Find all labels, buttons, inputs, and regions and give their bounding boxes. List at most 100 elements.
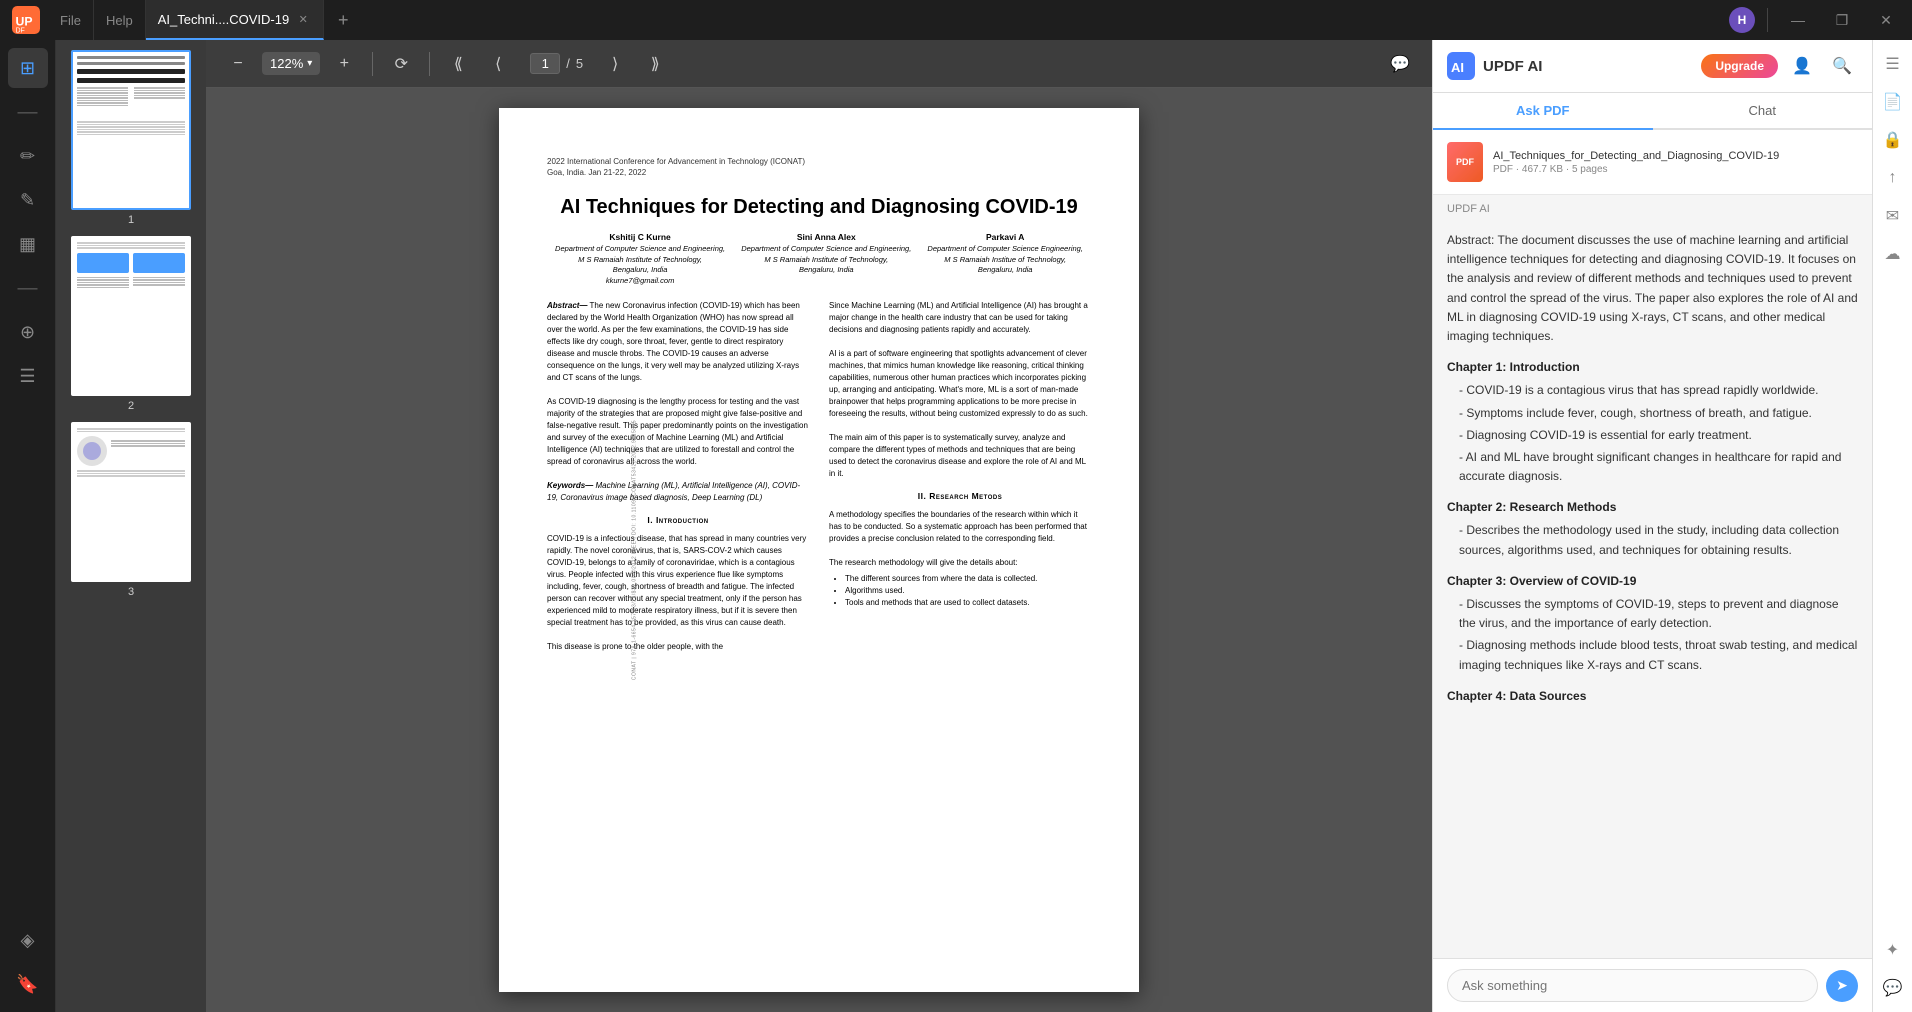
thumbnail-img-1 <box>71 50 191 210</box>
tab-close-button[interactable]: ✕ <box>295 11 311 27</box>
pdf-two-col: Abstract— The new Coronavirus infection … <box>547 300 1091 653</box>
pdf-authors: Kshitij C Kurne Department of Computer S… <box>547 232 1091 286</box>
ai-tabs: Ask PDF Chat <box>1433 93 1872 130</box>
svg-text:DF: DF <box>16 27 25 34</box>
sidebar-icon-grid[interactable]: ⊞ <box>8 48 48 88</box>
thumbnail-number-1: 1 <box>128 214 134 226</box>
ai-chapter-2-bullet-1: Describes the methodology used in the st… <box>1447 521 1858 559</box>
intro-p2: This disease is prone to the older peopl… <box>547 641 809 653</box>
sidebar-left: ⊞ — ✏ ✎ ▦ — ⊕ ☰ ◈ 🔖 <box>0 40 56 1012</box>
pdf-page: CONAT | 978-1-6654-2577-3/22/$31.00 ©202… <box>499 108 1139 992</box>
nav-next-button[interactable]: ⟩ <box>599 48 631 80</box>
ai-chapter-1-bullet-1: COVID-19 is a contagious virus that has … <box>1447 381 1858 400</box>
zoom-display[interactable]: 122% ▾ <box>262 52 320 75</box>
comment-button[interactable]: 💬 <box>1384 48 1416 80</box>
close-button[interactable]: ✕ <box>1868 2 1904 38</box>
keywords-label: Keywords— <box>547 481 593 490</box>
svg-text:AI: AI <box>1451 60 1464 75</box>
bullet-2: Algorithms used. <box>845 585 1091 597</box>
sidebar-icon-redact[interactable]: ▦ <box>8 224 48 264</box>
tab-file[interactable]: File <box>48 0 94 40</box>
author-3: Parkavi A Department of Computer Science… <box>927 232 1083 286</box>
rotate-button[interactable]: ⟳ <box>385 48 417 80</box>
right-abstract: Since Machine Learning (ML) and Artifici… <box>829 300 1091 336</box>
page-input[interactable] <box>530 53 560 74</box>
lock-icon[interactable]: 🔒 <box>1877 124 1909 156</box>
tab-doc[interactable]: AI_Techni....COVID-19 ✕ <box>146 0 325 40</box>
sidebar-icon-layers[interactable]: ◈ <box>8 920 48 960</box>
ai-search-icon[interactable]: 🔍 <box>1826 50 1858 82</box>
ai-source-label: UPDF AI <box>1433 195 1872 219</box>
page-total: 5 <box>576 56 583 71</box>
pdf-right-col: Since Machine Learning (ML) and Artifici… <box>829 300 1091 653</box>
minimize-button[interactable]: — <box>1780 2 1816 38</box>
star-icon[interactable]: ✦ <box>1877 934 1909 966</box>
ai-chapter-1-title: Chapter 1: Introduction <box>1447 358 1858 377</box>
svg-text:UP: UP <box>16 14 33 28</box>
ai-send-button[interactable]: ➤ <box>1826 970 1858 1002</box>
share-icon[interactable]: ↑ <box>1877 162 1909 194</box>
abstract-label: Abstract— <box>547 301 587 310</box>
research-p2: The research methodology will give the d… <box>829 557 1091 569</box>
sidebar-icon-stamp[interactable]: ⊕ <box>8 312 48 352</box>
tab-help[interactable]: Help <box>94 0 146 40</box>
ai-chapter-4-title: Chapter 4: Data Sources <box>1447 687 1858 706</box>
avatar: H <box>1729 7 1755 33</box>
toolbar-separator-2 <box>429 52 430 76</box>
thumbnail-number-3: 3 <box>128 586 134 598</box>
thumbnail-1[interactable]: 1 <box>71 50 191 226</box>
keywords: Keywords— Machine Learning (ML), Artific… <box>547 480 809 504</box>
ai-chapter-2-title: Chapter 2: Research Methods <box>1447 498 1858 517</box>
zoom-out-button[interactable]: − <box>222 48 254 80</box>
nav-first-button[interactable]: ⟪ <box>442 48 474 80</box>
tab-doc-label: AI_Techni....COVID-19 <box>158 12 290 27</box>
mail-icon[interactable]: ✉ <box>1877 200 1909 232</box>
pdf-left-col: Abstract— The new Coronavirus infection … <box>547 300 809 653</box>
right-sidebar: ☰ 📄 🔒 ↑ ✉ ☁ ✦ 💬 <box>1872 40 1912 1012</box>
ai-title: UPDF AI <box>1483 58 1542 75</box>
thumbnail-3[interactable]: 3 <box>71 422 191 598</box>
ai-chapter-3-bullet-1: Discusses the symptoms of COVID-19, step… <box>1447 595 1858 633</box>
zoom-in-button[interactable]: + <box>328 48 360 80</box>
right-p2: AI is a part of software engineering tha… <box>829 348 1091 420</box>
ai-logo-icon: AI <box>1447 52 1475 80</box>
thumbnail-number-2: 2 <box>128 400 134 412</box>
ai-input-area: ➤ <box>1433 958 1872 1012</box>
upgrade-button[interactable]: Upgrade <box>1701 54 1778 78</box>
ai-chapter-3-bullet-2: Diagnosing methods include blood tests, … <box>1447 636 1858 674</box>
ai-content: Abstract: The document discusses the use… <box>1433 219 1872 958</box>
abstract-p2: As COVID-19 diagnosing is the lengthy pr… <box>547 396 809 468</box>
maximize-button[interactable]: ❐ <box>1824 2 1860 38</box>
thumbnail-panel: 1 <box>56 40 206 1012</box>
sidebar-icon-bookmark[interactable]: 🔖 <box>8 964 48 1004</box>
sidebar-icon-form[interactable]: ☰ <box>8 356 48 396</box>
right-p3: The main aim of this paper is to systema… <box>829 432 1091 480</box>
conference-line: 2022 International Conference for Advanc… <box>547 156 1091 178</box>
add-tab-button[interactable]: + <box>328 5 358 35</box>
zoom-level: 122% <box>270 56 303 71</box>
tab-ask-pdf[interactable]: Ask PDF <box>1433 93 1653 130</box>
cloud-icon[interactable]: ☁ <box>1877 238 1909 270</box>
section1-title: I. Introduction <box>547 514 809 527</box>
nav-last-button[interactable]: ⟫ <box>639 48 671 80</box>
titlebar: UP DF File Help AI_Techni....COVID-19 ✕ … <box>0 0 1912 40</box>
ai-doc-info: PDF AI_Techniques_for_Detecting_and_Diag… <box>1433 130 1872 195</box>
tab-file-label: File <box>60 13 81 28</box>
sidebar-icon-highlight[interactable]: ✏ <box>8 136 48 176</box>
pdf-info-icon[interactable]: 📄 <box>1877 86 1909 118</box>
author-2: Sini Anna Alex Department of Computer Sc… <box>741 232 911 286</box>
author-1: Kshitij C Kurne Department of Computer S… <box>555 232 725 286</box>
thumbnail-2[interactable]: 2 <box>71 236 191 412</box>
zoom-dropdown-icon: ▾ <box>307 58 312 69</box>
nav-prev-button[interactable]: ⟨ <box>482 48 514 80</box>
ai-input-field[interactable] <box>1447 969 1818 1002</box>
ai-chapter-3-title: Chapter 3: Overview of COVID-19 <box>1447 572 1858 591</box>
sidebar-icon-comment[interactable]: ✎ <box>8 180 48 220</box>
ai-doc-meta: PDF · 467.7 KB · 5 pages <box>1493 164 1858 175</box>
tab-chat[interactable]: Chat <box>1653 93 1873 130</box>
ai-abstract-content: Abstract: The document discusses the use… <box>1447 231 1858 346</box>
pdf-content[interactable]: CONAT | 978-1-6654-2577-3/22/$31.00 ©202… <box>206 88 1432 1012</box>
sidebar-toggle-icon[interactable]: ☰ <box>1877 48 1909 80</box>
ai-user-icon[interactable]: 👤 <box>1786 50 1818 82</box>
chat-icon[interactable]: 💬 <box>1877 972 1909 1004</box>
